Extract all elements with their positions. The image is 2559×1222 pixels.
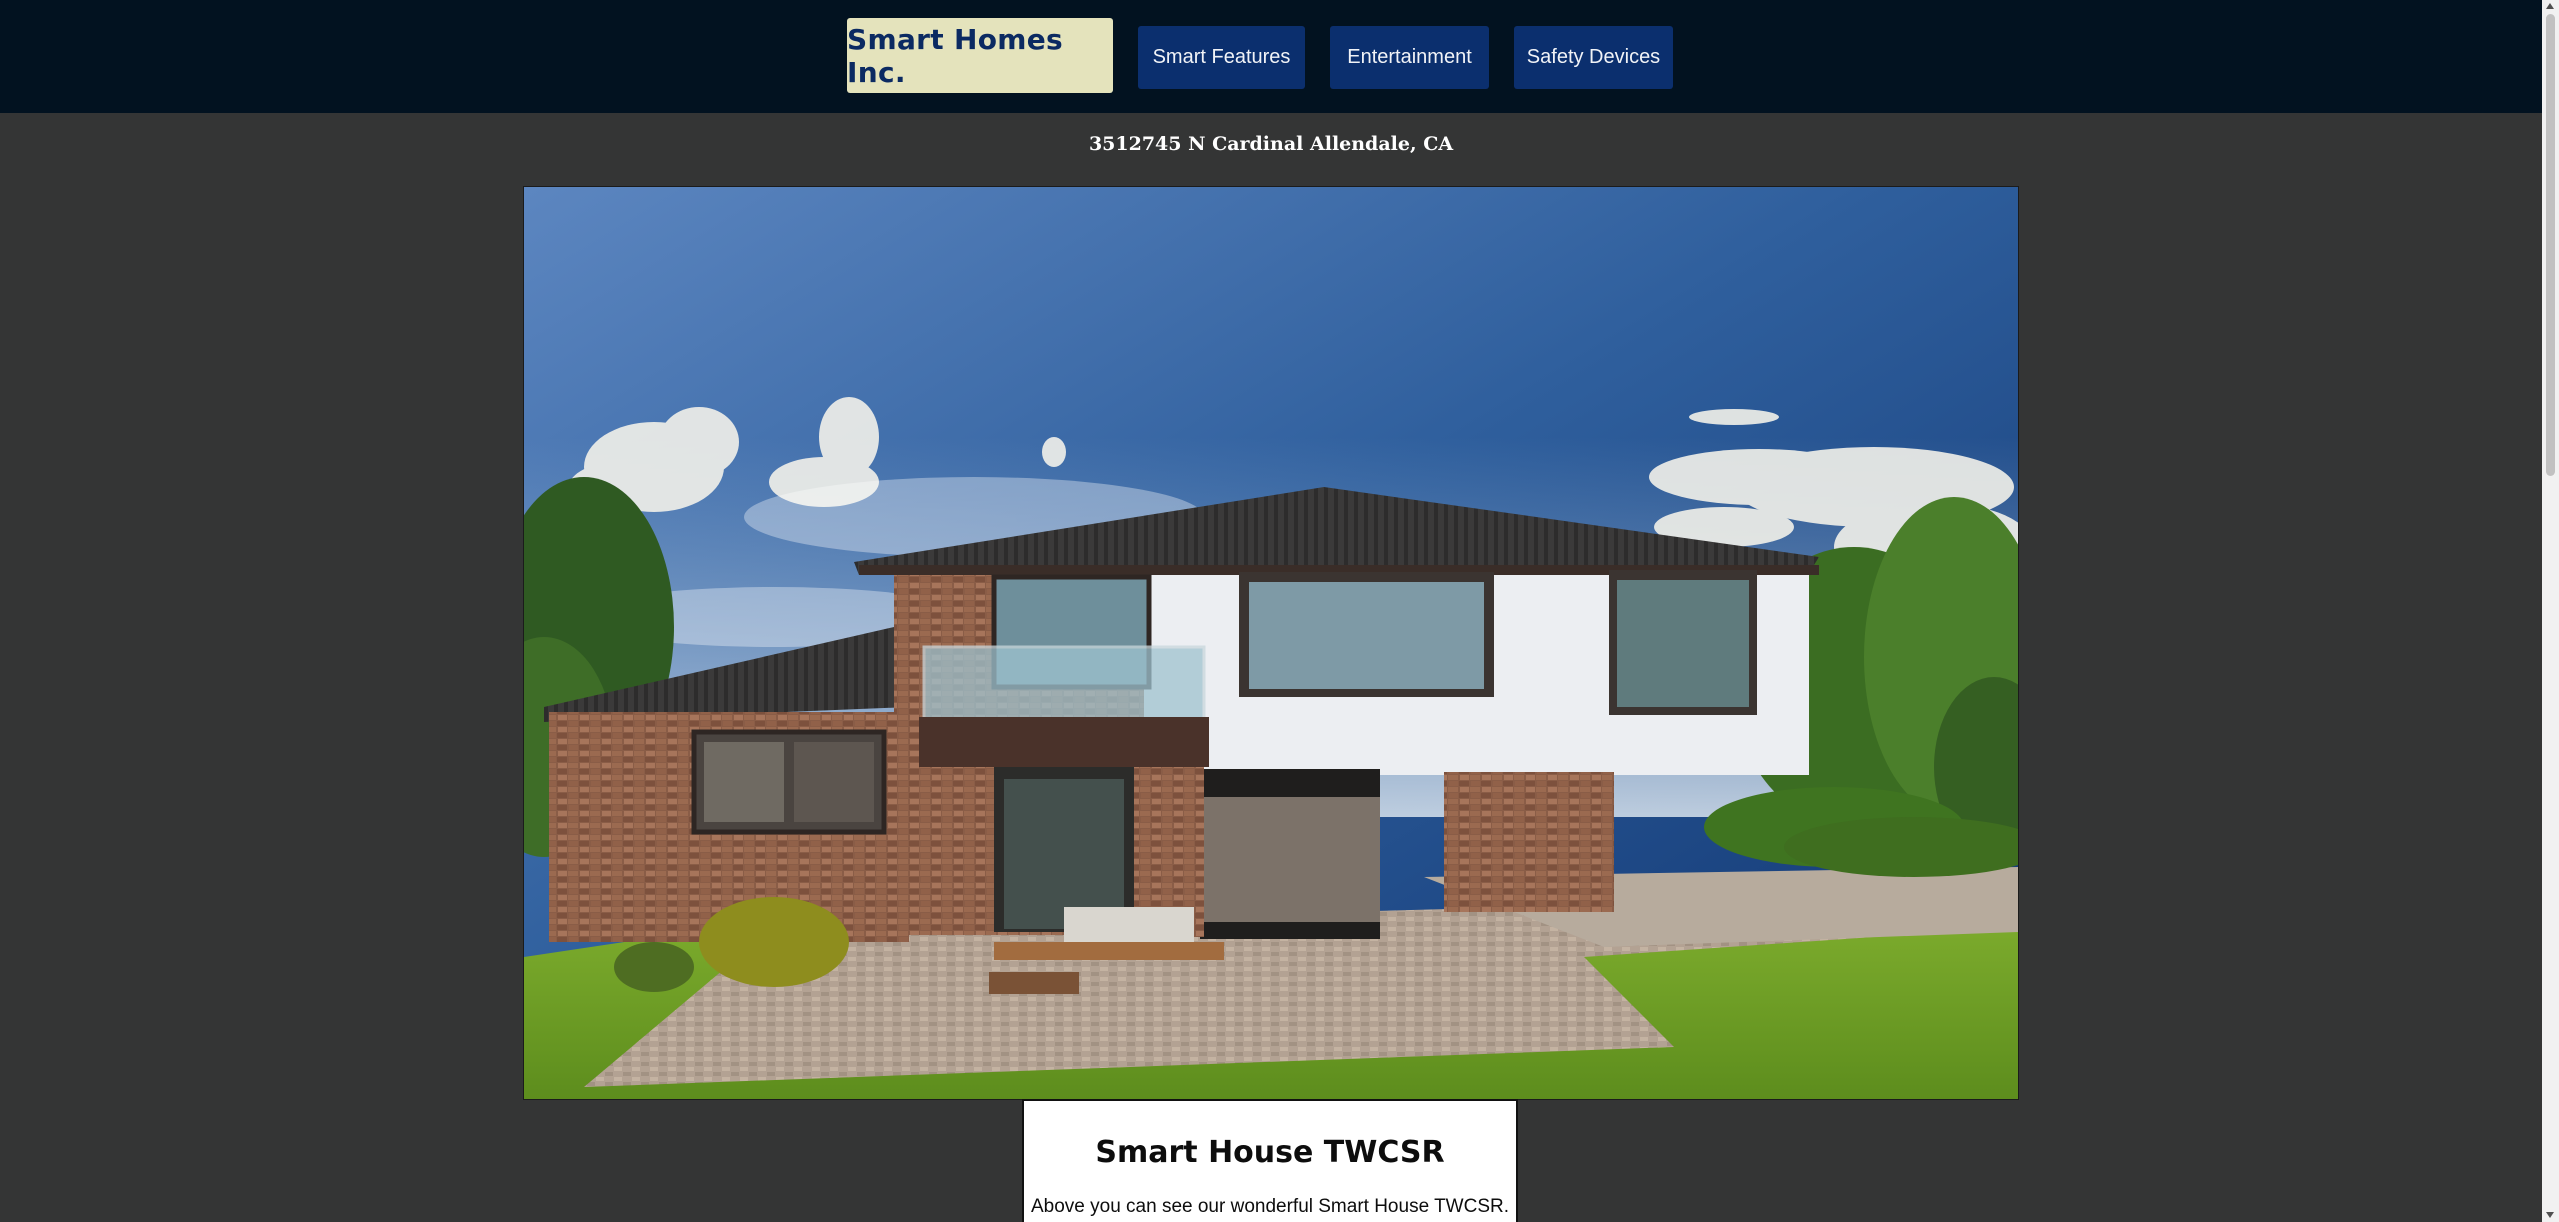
top-nav-bar: Smart Homes Inc. Smart Features Entertai… [0, 0, 2542, 113]
card-title: Smart House TWCSR [1095, 1135, 1445, 1170]
caption-card: Smart House TWCSR Above you can see our … [1022, 1099, 1518, 1222]
brand-logo-button[interactable]: Smart Homes Inc. [847, 18, 1113, 93]
scroll-up-arrow-icon[interactable] [2546, 3, 2554, 9]
scroll-down-arrow-icon[interactable] [2546, 1212, 2554, 1218]
nav-entertainment-button[interactable]: Entertainment [1330, 26, 1489, 89]
scrollbar-thumb[interactable] [2546, 14, 2555, 476]
page: Smart Homes Inc. Smart Features Entertai… [0, 0, 2559, 1222]
property-address: 3512745 N Cardinal Allendale, CA [1088, 133, 1454, 155]
nav-safety-devices-button[interactable]: Safety Devices [1514, 26, 1673, 89]
house-photo [523, 186, 2019, 1100]
nav-smart-features-button[interactable]: Smart Features [1138, 26, 1305, 89]
vertical-scrollbar[interactable] [2542, 0, 2559, 1222]
card-text: Above you can see our wonderful Smart Ho… [1030, 1196, 1510, 1217]
